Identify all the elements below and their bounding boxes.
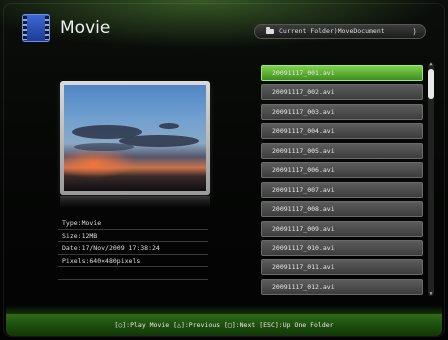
file-list-scrollbar[interactable]: ▲ ▼: [428, 62, 434, 297]
file-item[interactable]: 20091117_011.avi: [261, 259, 423, 276]
video-preview: [60, 81, 210, 195]
current-folder-bar[interactable]: Current Folder)MoveDocument ): [254, 24, 426, 39]
info-pixels: Pixels:640×480pixels: [58, 255, 208, 267]
file-list: 20091117_001.avi 20091117_002.avi 200911…: [261, 65, 423, 298]
scroll-up-icon[interactable]: ▲: [428, 62, 434, 67]
scroll-down-icon[interactable]: ▼: [428, 292, 434, 297]
file-item[interactable]: 20091117_007.avi: [261, 181, 423, 198]
preview-reflection: [60, 196, 210, 208]
file-item[interactable]: 20091117_001.avi: [261, 65, 423, 81]
file-item[interactable]: 20091117_010.avi: [261, 239, 423, 256]
file-item[interactable]: 20091117_003.avi: [261, 103, 423, 120]
file-item[interactable]: 20091117_002.avi: [261, 84, 423, 101]
file-item[interactable]: 20091117_008.avi: [261, 201, 423, 218]
file-item[interactable]: 20091117_006.avi: [261, 162, 423, 179]
folder-path: Current Folder)MoveDocument: [279, 27, 385, 35]
file-item[interactable]: 20091117_005.avi: [261, 142, 423, 159]
file-item[interactable]: 20091117_012.avi: [261, 278, 423, 295]
info-date: Date:17/Nov/2009 17:38:24: [58, 242, 208, 255]
chevron-right-icon: ): [412, 27, 417, 36]
file-item[interactable]: 20091117_009.avi: [261, 220, 423, 237]
preview-thumbnail: [64, 85, 206, 191]
controls-hint-bar: [○]:Play Movie [△]:Previous [□]:Next [ES…: [6, 314, 442, 336]
folder-icon: [266, 27, 274, 34]
info-size: Size:12MB: [58, 230, 208, 242]
scroll-thumb[interactable]: [428, 69, 434, 99]
info-type: Type:Movie: [58, 217, 208, 230]
file-item[interactable]: 20091117_004.avi: [261, 123, 423, 140]
page-title: Movie: [60, 18, 111, 38]
movie-browser-window: Movie Current Folder)MoveDocument ) Type…: [0, 0, 448, 340]
info-empty-row: [58, 267, 208, 280]
file-info-panel: Type:Movie Size:12MB Date:17/Nov/2009 17…: [58, 217, 208, 280]
film-icon: [22, 14, 50, 42]
